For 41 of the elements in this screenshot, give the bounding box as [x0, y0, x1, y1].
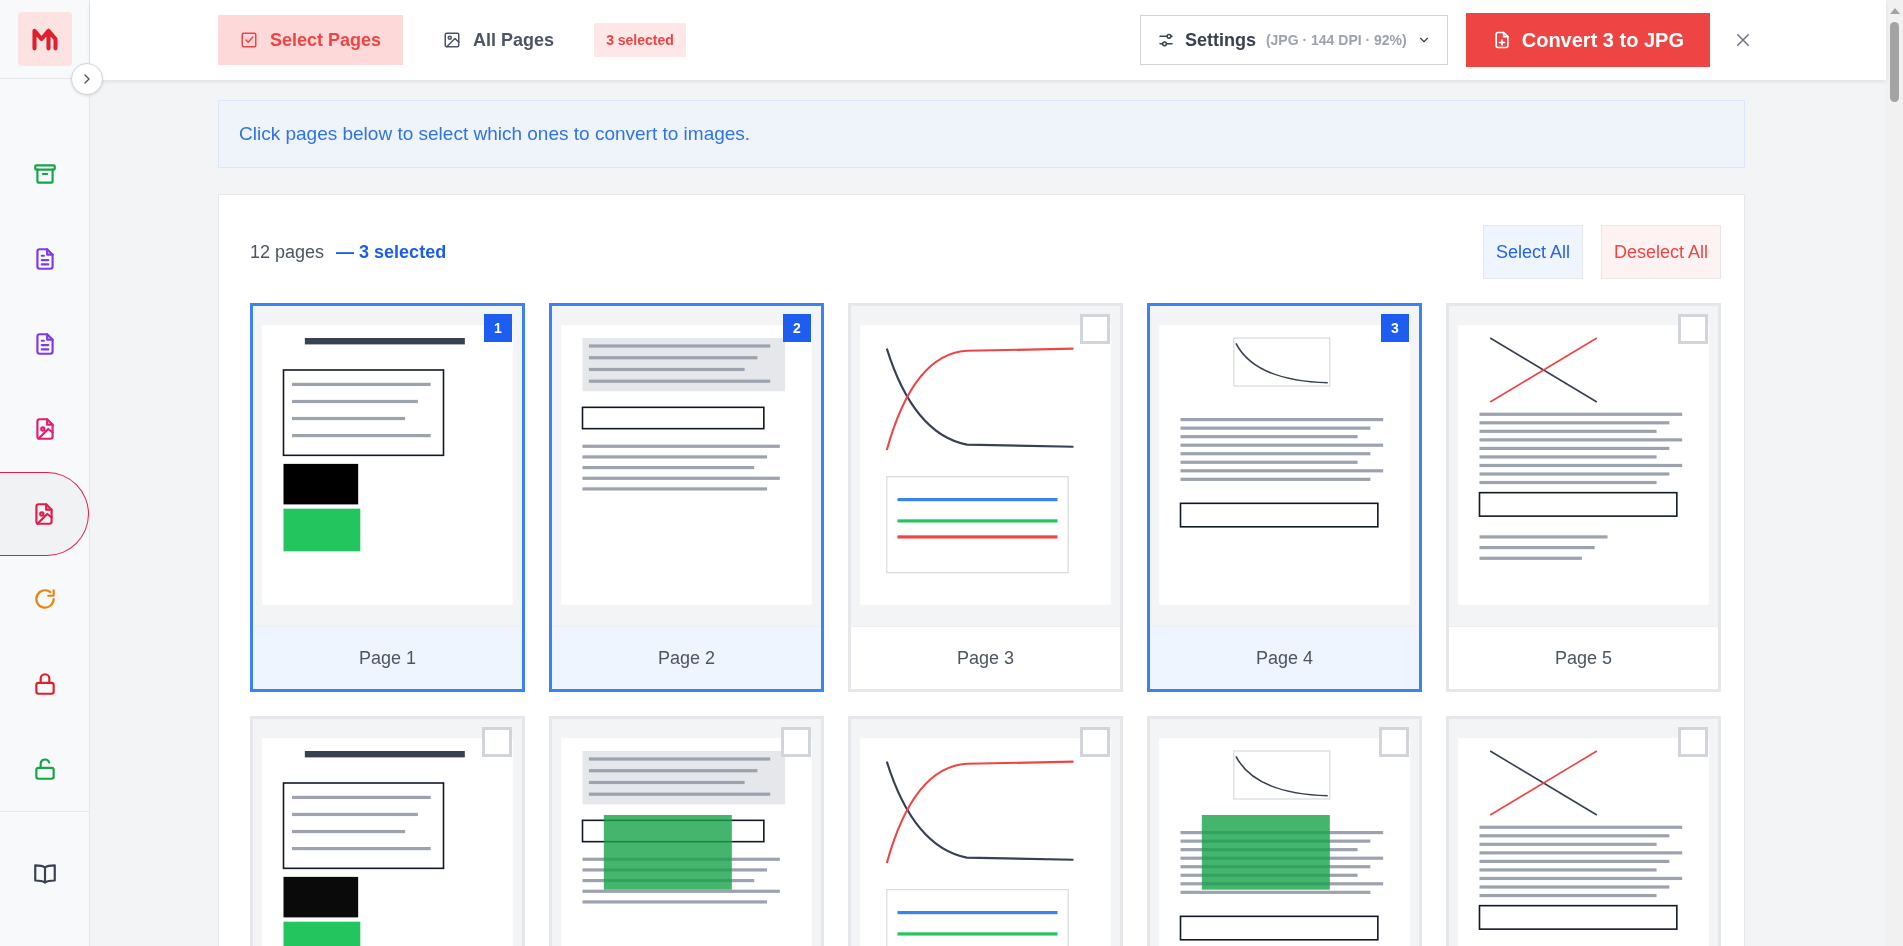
book-icon [31, 861, 58, 887]
sidebar-item[interactable] [0, 472, 89, 556]
expand-sidebar-button[interactable] [71, 63, 103, 95]
page-card[interactable]: Page 5 [1446, 303, 1721, 692]
page-label: Page 1 [253, 626, 522, 689]
page-count: 12 pages [250, 241, 325, 263]
page-checkbox[interactable] [1678, 314, 1708, 344]
page-checkbox[interactable] [1678, 727, 1708, 757]
page-label: Page 5 [1449, 626, 1718, 689]
select-all-button[interactable]: Select All [1482, 225, 1583, 279]
sliders-icon [1156, 31, 1175, 49]
convert-button[interactable]: Convert 3 to JPG [1465, 13, 1710, 67]
page-checkbox[interactable] [1379, 727, 1409, 757]
page-card[interactable]: Page 3 [848, 303, 1123, 692]
checkbox-icon [240, 31, 258, 49]
page-label: Page 4 [1150, 626, 1419, 689]
deselect-all-button[interactable]: Deselect All [1600, 225, 1721, 279]
app-logo[interactable] [17, 12, 72, 66]
selection-number-badge: 2 [783, 314, 811, 342]
selection-count-badge: 3 selected [594, 23, 686, 57]
image-icon [443, 31, 462, 49]
page-checkbox[interactable] [1080, 727, 1110, 757]
page-card[interactable]: 2 Page 2 [549, 303, 824, 692]
page-card[interactable]: 3 Page 4 [1147, 303, 1422, 692]
selected-count: — 3 selected [336, 241, 447, 263]
settings-label: Settings [1184, 29, 1256, 51]
info-banner: Click pages below to select which ones to convert to images. [218, 100, 1745, 168]
page-label: Page 2 [552, 626, 821, 689]
page-checkbox[interactable] [781, 727, 811, 757]
page-card[interactable]: 1 Page 1 [250, 303, 525, 692]
close-icon [1734, 31, 1752, 49]
page-checkbox[interactable] [482, 727, 512, 757]
scrollbar[interactable] [1886, 0, 1903, 946]
selection-number-badge: 3 [1381, 314, 1409, 342]
selection-number-badge: 1 [484, 314, 512, 342]
page-label: Page 3 [851, 626, 1120, 689]
settings-dropdown[interactable]: Settings (JPG · 144 DPI · 92%) [1139, 15, 1448, 65]
settings-summary: (JPG · 144 DPI · 92%) [1265, 32, 1407, 48]
archive-icon [31, 161, 58, 187]
page-checkbox[interactable] [1080, 314, 1110, 344]
tab[interactable]: All Pages [421, 15, 577, 65]
